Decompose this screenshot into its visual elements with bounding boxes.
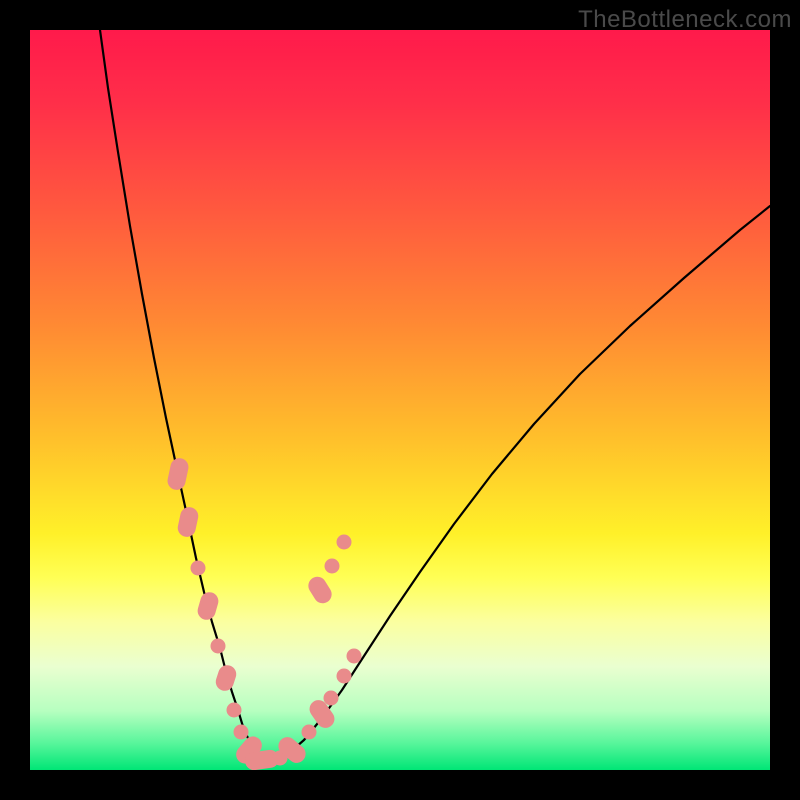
data-point-dot [211,639,226,654]
data-point-dot [347,649,362,664]
data-point-dot [227,703,242,718]
data-point-dot [191,561,206,576]
data-point-dot [337,669,352,684]
data-point-dot [324,691,339,706]
chart-frame: TheBottleneck.com [0,0,800,800]
data-point-dot [302,725,317,740]
data-point-dot [337,535,352,550]
watermark-text: TheBottleneck.com [578,6,792,34]
data-point-dot [234,725,249,740]
plot-area [30,30,770,770]
data-point-dot [325,559,340,574]
gradient-background [30,30,770,770]
chart-svg [30,30,770,770]
